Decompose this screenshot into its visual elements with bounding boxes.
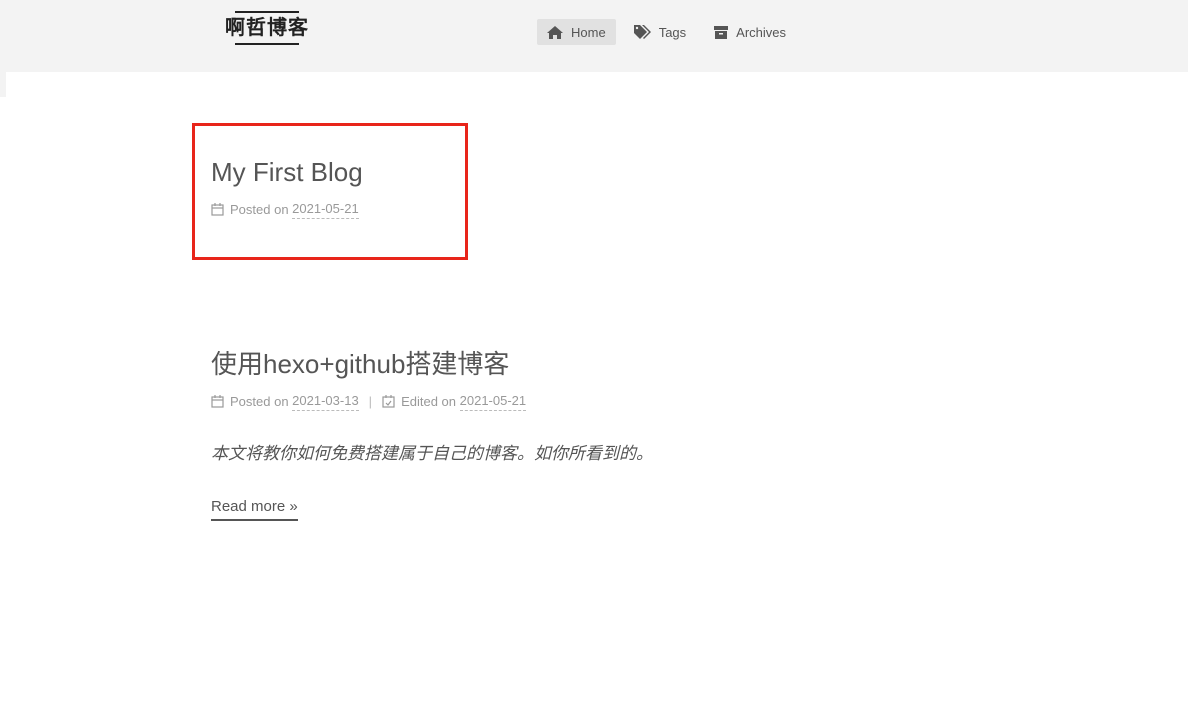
posted-on-label: Posted on bbox=[230, 393, 289, 409]
read-more-link[interactable]: Read more » bbox=[211, 498, 298, 521]
posted-date[interactable]: 2021-03-13 bbox=[292, 392, 359, 411]
brand-line-bottom bbox=[235, 43, 299, 45]
edited-date[interactable]: 2021-05-21 bbox=[459, 392, 527, 411]
menu-item-home-label: Home bbox=[571, 24, 606, 40]
edited-on-label: Edited on bbox=[401, 393, 456, 409]
menu-item-tags-label: Tags bbox=[658, 24, 687, 40]
side-tab bbox=[0, 72, 6, 97]
home-icon bbox=[547, 25, 563, 39]
site-header: 啊哲博客 Home Tags Archives bbox=[0, 0, 1188, 72]
post-2: 使用hexo+github搭建博客 Posted on 2021-03-13 |… bbox=[211, 348, 653, 521]
menu-item-home[interactable]: Home bbox=[537, 19, 616, 45]
tags-icon bbox=[633, 25, 651, 39]
calendar-check-icon bbox=[382, 395, 395, 408]
site-brand-link[interactable]: 啊哲博客 bbox=[222, 11, 312, 45]
meta-separator: | bbox=[368, 393, 373, 409]
highlight-box bbox=[192, 123, 468, 260]
menu-item-archives[interactable]: Archives bbox=[704, 19, 796, 45]
post-2-meta: Posted on 2021-03-13 | Edited on 2021-05… bbox=[211, 392, 653, 411]
post-2-title[interactable]: 使用hexo+github搭建博客 bbox=[211, 348, 653, 380]
main-menu: Home Tags Archives bbox=[537, 19, 796, 45]
archive-icon bbox=[714, 25, 729, 39]
calendar-icon bbox=[211, 395, 224, 408]
post-excerpt: 本文将教你如何免费搭建属于自己的博客。如你所看到的。 bbox=[211, 444, 653, 463]
menu-item-tags[interactable]: Tags bbox=[624, 19, 696, 45]
site-title: 啊哲博客 bbox=[225, 17, 309, 39]
menu-item-archives-label: Archives bbox=[736, 24, 787, 40]
